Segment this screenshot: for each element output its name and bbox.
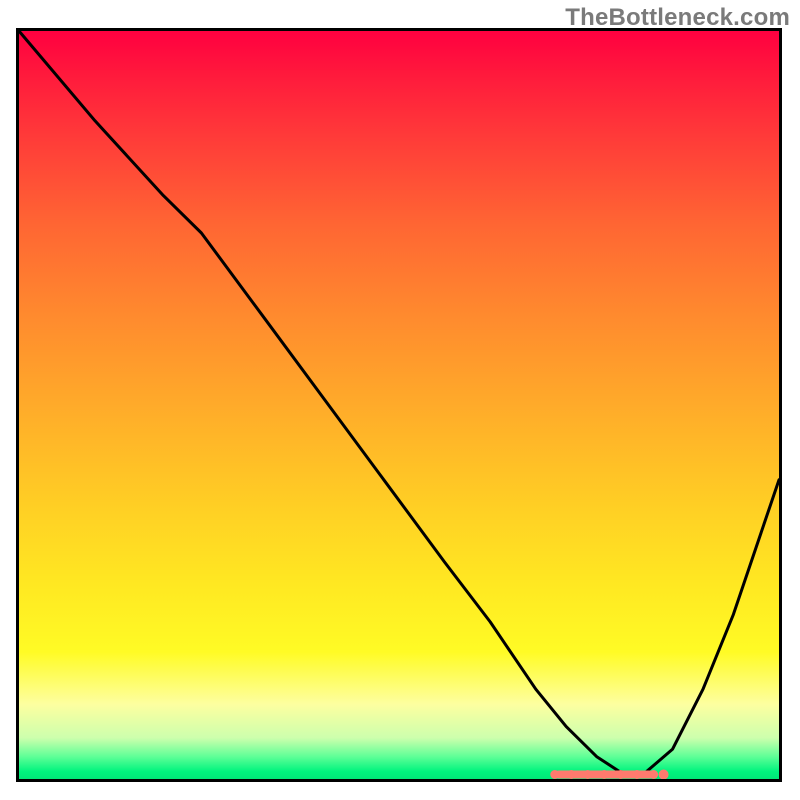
chart-minimum-markers — [19, 31, 779, 779]
watermark-label: TheBottleneck.com — [565, 4, 790, 32]
chart-frame — [16, 28, 782, 782]
